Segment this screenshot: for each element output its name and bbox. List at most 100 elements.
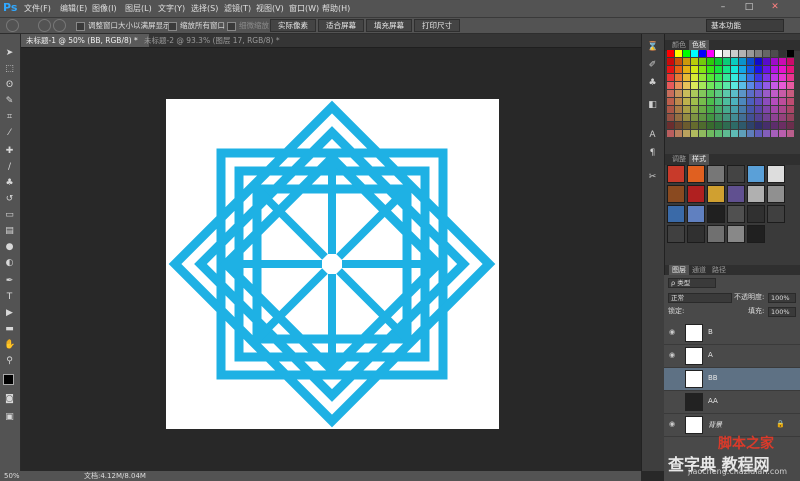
swatch[interactable] (715, 74, 722, 81)
swatch[interactable] (675, 90, 682, 97)
menu-window[interactable]: 窗口(W) (289, 3, 319, 14)
swatch[interactable] (699, 106, 706, 113)
shape-tool-icon[interactable]: ▬ (4, 324, 15, 335)
swatch[interactable] (779, 98, 786, 105)
swatch[interactable] (707, 90, 714, 97)
swatch[interactable] (723, 114, 730, 121)
eyedropper-tool-icon[interactable]: ⁄ (4, 128, 15, 139)
style-preset[interactable] (747, 205, 765, 223)
swatch[interactable] (771, 98, 778, 105)
tools-preset-icon[interactable]: ✂ (647, 172, 658, 183)
clone-source-icon[interactable]: ♣ (647, 78, 658, 89)
swatch[interactable] (723, 50, 730, 57)
brush-tool-icon[interactable]: ∕ (4, 162, 15, 173)
layer-row-selected[interactable]: BB (664, 368, 800, 391)
swatch[interactable] (723, 130, 730, 137)
fill-screen-button[interactable]: 填充屏幕 (366, 19, 412, 32)
swatch[interactable] (763, 50, 770, 57)
close-button[interactable]: ✕ (764, 1, 786, 13)
swatch[interactable] (755, 90, 762, 97)
swatch[interactable] (763, 122, 770, 129)
style-preset[interactable] (667, 185, 685, 203)
print-size-button[interactable]: 打印尺寸 (414, 19, 460, 32)
swatch[interactable] (747, 98, 754, 105)
swatch[interactable] (739, 114, 746, 121)
swatch[interactable] (747, 114, 754, 121)
swatch[interactable] (667, 114, 674, 121)
swatch[interactable] (787, 122, 794, 129)
screen-mode-icon[interactable]: ▣ (4, 412, 15, 423)
swatch[interactable] (771, 90, 778, 97)
swatch[interactable] (731, 130, 738, 137)
swatch[interactable] (771, 58, 778, 65)
swatch[interactable] (691, 58, 698, 65)
swatch[interactable] (755, 50, 762, 57)
scrubby-zoom-checkbox[interactable]: 细微缩放 (227, 20, 269, 31)
swatch[interactable] (755, 66, 762, 73)
menu-view[interactable]: 视图(V) (256, 3, 284, 14)
swatch[interactable] (691, 50, 698, 57)
swatch[interactable] (747, 50, 754, 57)
swatch[interactable] (699, 82, 706, 89)
style-preset[interactable] (687, 205, 705, 223)
swatch[interactable] (691, 90, 698, 97)
fit-screen-button[interactable]: 适合屏幕 (318, 19, 364, 32)
swatch[interactable] (675, 58, 682, 65)
swatch[interactable] (675, 114, 682, 121)
hand-tool-icon[interactable]: ✋ (4, 340, 15, 351)
swatch[interactable] (739, 74, 746, 81)
swatch[interactable] (787, 114, 794, 121)
swatch[interactable] (755, 106, 762, 113)
swatch[interactable] (747, 66, 754, 73)
layer-name[interactable]: B (708, 328, 713, 336)
swatch[interactable] (675, 122, 682, 129)
style-preset[interactable] (767, 165, 785, 183)
swatch[interactable] (699, 90, 706, 97)
swatch[interactable] (707, 82, 714, 89)
swatch[interactable] (739, 130, 746, 137)
swatch[interactable] (667, 74, 674, 81)
swatch[interactable] (771, 122, 778, 129)
swatch[interactable] (675, 130, 682, 137)
style-preset[interactable] (667, 205, 685, 223)
swatch[interactable] (667, 130, 674, 137)
swatch[interactable] (771, 66, 778, 73)
swatch[interactable] (667, 106, 674, 113)
foreground-color-swatch[interactable] (3, 374, 14, 385)
swatch[interactable] (739, 122, 746, 129)
fill-input[interactable]: 100% (768, 307, 796, 317)
swatch[interactable] (723, 122, 730, 129)
layer-row[interactable]: ◉ A (664, 345, 800, 368)
swatch[interactable] (763, 90, 770, 97)
swatch[interactable] (731, 82, 738, 89)
crop-tool-icon[interactable]: ⌗ (4, 112, 15, 123)
swatch[interactable] (747, 106, 754, 113)
swatch[interactable] (707, 74, 714, 81)
swatch[interactable] (667, 122, 674, 129)
swatch[interactable] (723, 82, 730, 89)
opacity-input[interactable]: 100% (768, 293, 796, 303)
swatch[interactable] (683, 114, 690, 121)
tab-document-2[interactable]: 未标题-2 @ 93.3% (图层 17, RGB/8) * × (139, 34, 289, 58)
lasso-tool-icon[interactable]: ʘ (4, 80, 15, 91)
swatch[interactable] (787, 130, 794, 137)
visibility-eye-icon[interactable]: ◉ (669, 328, 676, 336)
swatch[interactable] (707, 106, 714, 113)
swatch[interactable] (707, 50, 714, 57)
swatch[interactable] (699, 74, 706, 81)
swatch[interactable] (715, 66, 722, 73)
swatch[interactable] (787, 50, 794, 57)
swatch[interactable] (787, 58, 794, 65)
swatch[interactable] (787, 98, 794, 105)
healing-brush-tool-icon[interactable]: ✚ (4, 146, 15, 157)
swatch[interactable] (715, 90, 722, 97)
swatch[interactable] (763, 58, 770, 65)
swatch[interactable] (699, 58, 706, 65)
swatch[interactable] (683, 106, 690, 113)
style-preset[interactable] (727, 225, 745, 243)
swatch[interactable] (755, 82, 762, 89)
swatch[interactable] (691, 114, 698, 121)
swatch[interactable] (707, 122, 714, 129)
swatch[interactable] (699, 98, 706, 105)
swatch[interactable] (723, 58, 730, 65)
